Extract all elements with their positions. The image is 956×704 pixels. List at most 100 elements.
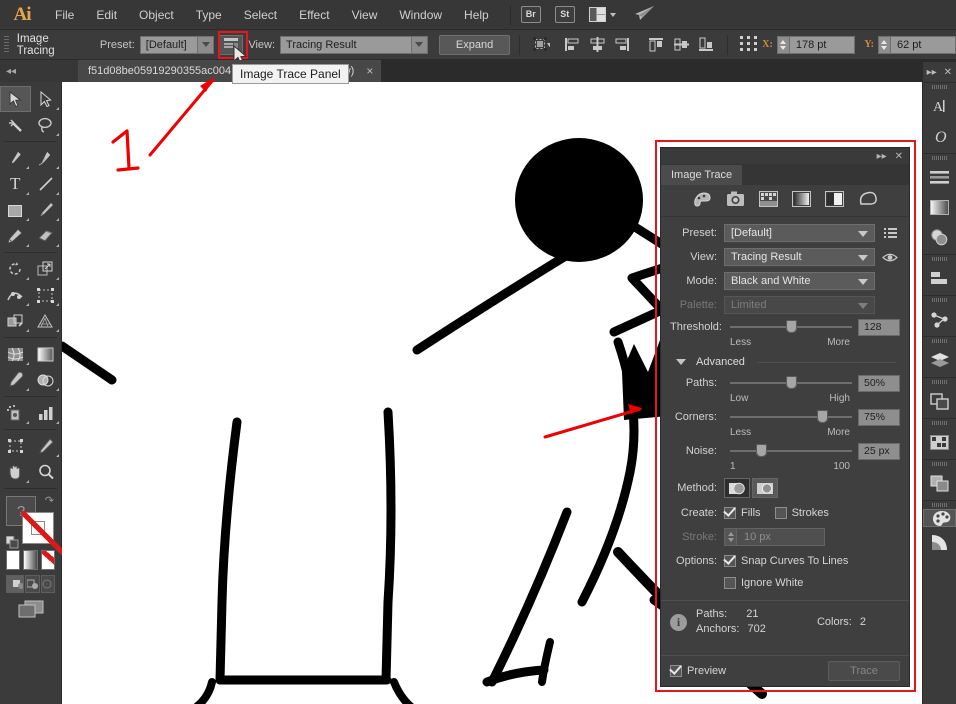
dock-group-grip[interactable] <box>923 337 956 345</box>
pathfinder-panel-icon[interactable] <box>923 304 956 334</box>
tool-direct-selection[interactable] <box>31 86 61 112</box>
character-panel-icon[interactable]: A <box>923 91 956 121</box>
y-value[interactable]: 62 pt <box>889 35 956 54</box>
tool-shape-builder[interactable] <box>0 308 31 334</box>
menu-object[interactable]: Object <box>128 2 185 28</box>
tool-curvature[interactable] <box>31 145 62 171</box>
tool-scale[interactable] <box>31 256 62 282</box>
layers-panel-icon[interactable] <box>923 345 956 375</box>
preset-combo[interactable]: [Default] <box>139 35 215 54</box>
menu-window[interactable]: Window <box>388 2 453 28</box>
color-swatch-button[interactable] <box>6 550 21 570</box>
menu-help[interactable]: Help <box>453 2 500 28</box>
paragraph-panel-icon[interactable]: O <box>923 121 956 151</box>
tool-free-transform[interactable] <box>31 282 62 308</box>
x-value[interactable]: 178 pt <box>788 35 855 54</box>
y-stepper[interactable] <box>877 35 890 54</box>
align-left-button[interactable] <box>562 34 583 56</box>
tool-group-indicator <box>56 133 59 136</box>
tool-column-graph[interactable] <box>31 400 62 426</box>
tool-type[interactable]: T <box>0 171 31 197</box>
control-divider-2 <box>727 34 729 55</box>
menu-edit[interactable]: Edit <box>85 2 128 28</box>
dock-group-grip[interactable] <box>923 255 956 263</box>
default-fill-stroke-icon[interactable] <box>6 536 19 549</box>
stroke-swatch[interactable] <box>21 511 67 557</box>
stock-button[interactable]: St <box>554 6 575 23</box>
go-to-cc-button[interactable] <box>634 5 656 24</box>
tool-paintbrush[interactable] <box>31 197 62 223</box>
align-to-selection-button[interactable] <box>531 34 552 56</box>
dock-group-grip[interactable] <box>923 460 956 468</box>
swatches-panel-icon[interactable] <box>923 427 956 457</box>
dock-group-grip[interactable] <box>923 378 956 386</box>
view-combo[interactable]: Tracing Result <box>280 35 428 54</box>
arrange-documents-button[interactable] <box>588 7 616 22</box>
screen-mode-button[interactable] <box>6 600 55 619</box>
tool-line-segment[interactable] <box>31 171 62 197</box>
expand-panels-icon[interactable]: ▸▸ <box>927 67 937 78</box>
reference-point-selector[interactable] <box>739 34 760 56</box>
tool-rotate[interactable] <box>0 256 31 282</box>
collapse-panels-icon[interactable]: ◂◂ <box>6 66 16 77</box>
align-center-horizontal-button[interactable] <box>587 34 608 56</box>
preset-dropdown-arrow[interactable] <box>197 36 214 53</box>
dock-group-grip[interactable] <box>923 83 956 91</box>
gradient-panel-icon[interactable] <box>923 192 956 222</box>
none-swatch-button[interactable] <box>40 550 55 570</box>
tool-eyedropper[interactable] <box>0 367 31 393</box>
draw-inside-button[interactable] <box>40 575 55 593</box>
tool-blend[interactable] <box>31 367 62 393</box>
align-top-button[interactable] <box>646 34 667 56</box>
tool-selection[interactable] <box>0 86 31 112</box>
swap-fill-stroke-icon[interactable]: ↷ <box>45 494 54 507</box>
bridge-button[interactable]: Br <box>520 6 541 23</box>
color-panel-icon[interactable] <box>923 509 956 527</box>
tool-gradient[interactable] <box>31 341 62 367</box>
artboards-panel-icon[interactable] <box>923 386 956 416</box>
menu-file[interactable]: File <box>44 2 85 28</box>
view-dropdown-arrow[interactable] <box>410 36 427 53</box>
tool-pencil[interactable] <box>0 223 31 249</box>
tool-rectangle[interactable] <box>0 197 31 223</box>
stroke-panel-icon[interactable] <box>923 263 956 293</box>
tool-zoom[interactable] <box>31 459 62 485</box>
align-right-button[interactable] <box>611 34 632 56</box>
expand-button[interactable]: Expand <box>438 34 511 55</box>
align-bottom-button[interactable] <box>696 34 717 56</box>
change-screen-mode-icon <box>18 600 43 618</box>
control-bar-grip[interactable] <box>4 35 9 54</box>
dock-group-grip[interactable] <box>923 501 956 509</box>
tool-artboard[interactable] <box>0 433 31 459</box>
tool-slice[interactable] <box>31 433 62 459</box>
x-coordinate-field[interactable]: 178 pt <box>776 35 855 54</box>
tool-magic-wand[interactable] <box>0 112 31 138</box>
tool-pen[interactable] <box>0 145 31 171</box>
menu-select[interactable]: Select <box>233 2 288 28</box>
tool-lasso[interactable] <box>31 112 62 138</box>
dock-group-grip[interactable] <box>923 154 956 162</box>
dock-group-grip[interactable] <box>923 419 956 427</box>
draw-behind-button[interactable] <box>25 575 40 593</box>
x-stepper[interactable] <box>776 35 789 54</box>
tool-symbol-sprayer[interactable] <box>0 400 31 426</box>
symbols-panel-icon[interactable] <box>923 468 956 498</box>
color-guide-panel-icon[interactable] <box>923 527 956 557</box>
y-coordinate-field[interactable]: 62 pt <box>877 35 956 54</box>
tool-divider <box>4 141 57 142</box>
menu-type[interactable]: Type <box>185 2 233 28</box>
align-panel-icon[interactable] <box>923 162 956 192</box>
tool-eraser[interactable] <box>31 223 62 249</box>
dock-group-grip[interactable] <box>923 296 956 304</box>
menu-effect[interactable]: Effect <box>288 2 340 28</box>
close-dock-icon[interactable]: ✕ <box>944 67 952 78</box>
align-center-vertical-button[interactable] <box>671 34 692 56</box>
transparency-panel-icon[interactable] <box>923 222 956 252</box>
tool-hand[interactable] <box>0 459 31 485</box>
tool-width[interactable] <box>0 282 31 308</box>
menu-view[interactable]: View <box>341 2 389 28</box>
tool-mesh[interactable] <box>0 341 31 367</box>
document-tab-close-button[interactable]: × <box>366 64 373 78</box>
tool-perspective-grid[interactable] <box>31 308 62 334</box>
draw-normal-button[interactable] <box>6 575 24 593</box>
